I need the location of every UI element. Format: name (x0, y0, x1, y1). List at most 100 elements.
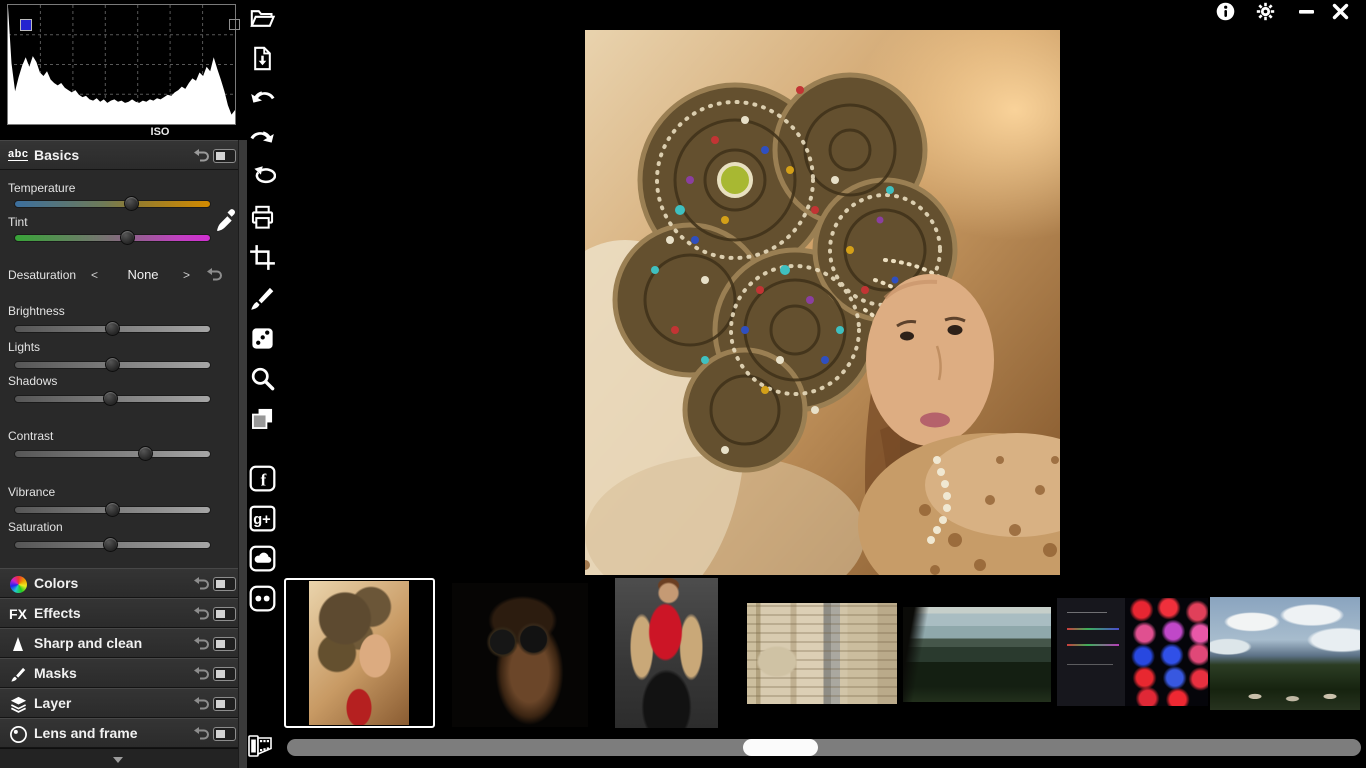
basics-enable-toggle[interactable] (213, 149, 236, 163)
section-masks-label: Masks (34, 665, 77, 681)
tint-slider[interactable] (14, 230, 211, 245)
fx-icon: FX (9, 606, 27, 622)
random-dice-button[interactable] (249, 325, 276, 352)
brightness-slider-knob[interactable] (104, 321, 120, 336)
shadows-slider[interactable] (14, 391, 211, 406)
chevron-down-icon (113, 757, 123, 763)
desaturation-next-arrow[interactable]: > (183, 268, 190, 282)
layers-icon (7, 693, 29, 715)
thumbnail-7-cloud-mountains[interactable] (1210, 597, 1360, 710)
layer-enable-toggle[interactable] (213, 697, 236, 711)
crop-button[interactable] (249, 244, 276, 271)
thumbnail-1-headdress-photo[interactable] (309, 581, 409, 725)
section-layer[interactable]: Layer (0, 688, 238, 718)
brush-icon (7, 663, 29, 685)
abc-icon: abc (8, 148, 29, 161)
contrast-slider-knob[interactable] (137, 446, 153, 461)
reset-desaturation-button[interactable] (205, 267, 223, 283)
histogram-chart (7, 4, 240, 125)
histogram-channel-toggle-icon[interactable] (229, 19, 240, 30)
minimize-button[interactable] (1297, 2, 1316, 21)
compare-copies-button[interactable] (249, 405, 276, 432)
reset-masks-button[interactable] (192, 666, 210, 682)
reset-basics-button[interactable] (192, 148, 210, 164)
undo-button[interactable] (249, 84, 276, 111)
thumbnail-2-goggles-man[interactable] (452, 583, 588, 727)
shadows-slider-knob[interactable] (102, 391, 118, 406)
print-button[interactable] (249, 204, 276, 231)
svg-text:g+: g+ (253, 512, 270, 528)
export-file-button[interactable] (249, 45, 276, 72)
section-colors-label: Colors (34, 575, 79, 591)
temperature-slider[interactable] (14, 196, 211, 211)
desaturation-prev-arrow[interactable]: < (91, 268, 98, 282)
onedrive-share-button[interactable] (249, 545, 276, 572)
thumbnail-6-tablet-dots[interactable] (1057, 598, 1208, 706)
facebook-share-button[interactable]: f (249, 465, 276, 492)
lens-icon (7, 723, 29, 745)
info-button[interactable] (1216, 2, 1235, 21)
basics-panel-header[interactable]: abc Basics (0, 140, 238, 170)
lights-label: Lights (8, 340, 41, 354)
settings-gear-icon[interactable] (1256, 2, 1275, 21)
revert-button[interactable] (249, 164, 276, 191)
histogram-blue-channel-icon[interactable] (20, 19, 32, 31)
reset-lens-button[interactable] (192, 726, 210, 742)
brush-button[interactable] (249, 285, 276, 312)
reset-sharp-button[interactable] (192, 636, 210, 652)
redo-button[interactable] (249, 124, 276, 151)
brightness-label: Brightness (8, 304, 65, 318)
lens-enable-toggle[interactable] (213, 727, 236, 741)
section-layer-label: Layer (34, 695, 72, 711)
reset-effects-button[interactable] (192, 606, 210, 622)
panel-scrollbar[interactable] (238, 140, 247, 768)
saturation-label: Saturation (8, 520, 63, 534)
filmstrip-scrollbar-track[interactable] (287, 739, 1361, 756)
main-photo-canvas (585, 30, 1060, 575)
iso-label: ISO (150, 126, 170, 138)
section-sharp-and-clean[interactable]: Sharp and clean (0, 628, 238, 658)
sharp-enable-toggle[interactable] (213, 637, 236, 651)
saturation-slider-knob[interactable] (102, 537, 118, 552)
film-roll-button[interactable] (247, 733, 280, 762)
section-lens-and-frame[interactable]: Lens and frame (0, 718, 238, 748)
contrast-slider[interactable] (14, 446, 211, 461)
saturation-slider[interactable] (14, 537, 211, 552)
desaturation-label: Desaturation (8, 268, 77, 282)
section-colors[interactable]: Colors (0, 568, 238, 598)
shadows-label: Shadows (8, 374, 58, 388)
section-masks[interactable]: Masks (0, 658, 238, 688)
zoom-button[interactable] (249, 365, 276, 392)
flickr-share-button[interactable] (249, 585, 276, 612)
masks-enable-toggle[interactable] (213, 667, 236, 681)
lights-slider-knob[interactable] (104, 357, 120, 372)
vibrance-slider[interactable] (14, 502, 211, 517)
basics-title: Basics (34, 147, 80, 163)
close-button[interactable] (1331, 2, 1350, 21)
temperature-slider-knob[interactable] (124, 196, 139, 211)
section-effects[interactable]: FX Effects (0, 598, 238, 628)
histogram-svg (8, 5, 235, 124)
eyedropper-icon[interactable] (215, 206, 237, 234)
tint-slider-knob[interactable] (120, 230, 136, 245)
sharpen-triangle-icon (7, 633, 29, 655)
brightness-slider[interactable] (14, 321, 211, 336)
open-folder-button[interactable] (249, 5, 276, 32)
reset-layer-button[interactable] (192, 696, 210, 712)
vibrance-slider-knob[interactable] (104, 502, 120, 517)
filmstrip-scrollbar-thumb[interactable] (743, 739, 818, 756)
vibrance-label: Vibrance (8, 485, 56, 499)
thumbnail-5-hill-landscape[interactable] (903, 607, 1051, 702)
colors-enable-toggle[interactable] (213, 577, 236, 591)
section-sharp-label: Sharp and clean (34, 635, 143, 651)
thumbnail-selected-frame[interactable] (284, 578, 435, 728)
desaturation-value[interactable]: None (116, 267, 170, 282)
thumbnail-3-red-top-woman[interactable] (615, 578, 718, 728)
section-lens-label: Lens and frame (34, 725, 138, 741)
panel-scroll-more[interactable] (0, 748, 238, 768)
lights-slider[interactable] (14, 357, 211, 372)
thumbnail-4-stone-carving[interactable] (747, 603, 897, 704)
google-plus-share-button[interactable]: g+ (249, 505, 276, 532)
reset-colors-button[interactable] (192, 576, 210, 592)
effects-enable-toggle[interactable] (213, 607, 236, 621)
